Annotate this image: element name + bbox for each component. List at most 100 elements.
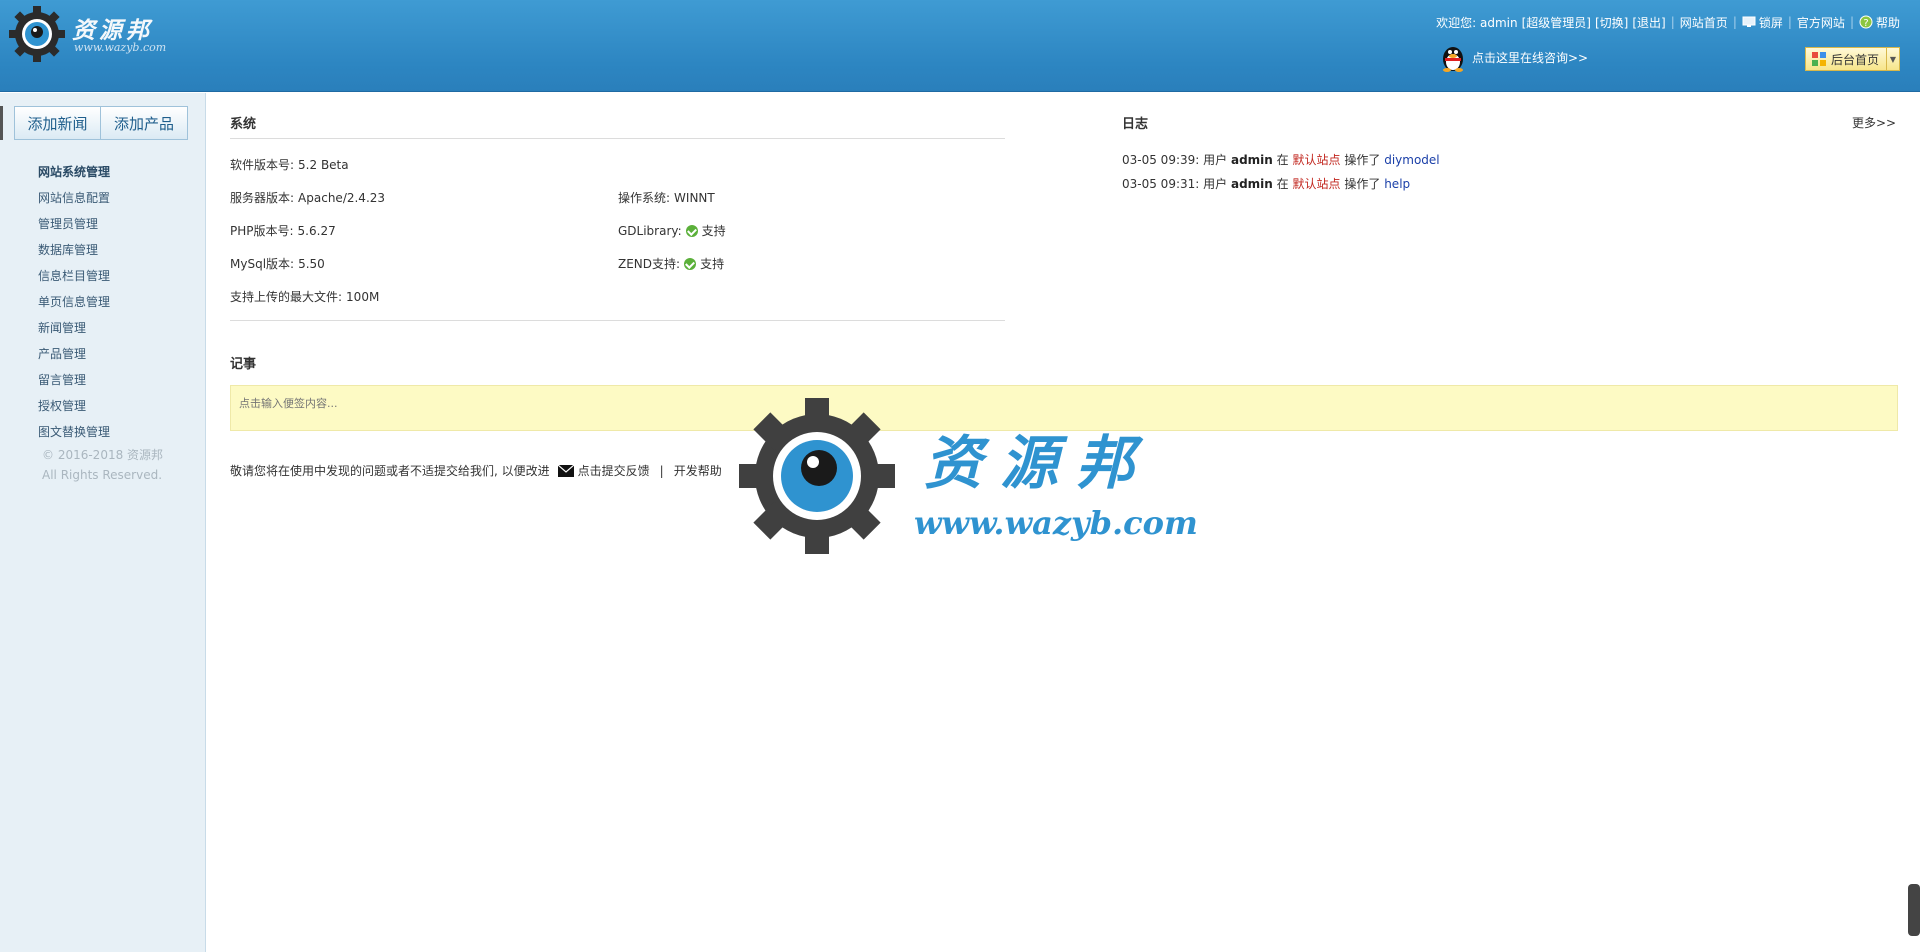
log-at: 在 (1276, 177, 1289, 191)
server-label: 服务器版本: (230, 191, 295, 205)
mysql-label: MySql版本: (230, 257, 295, 271)
quick-add-tabs: 添加新闻 添加产品 (14, 106, 188, 140)
os-label: 操作系统: (618, 191, 671, 205)
watermark-url: www.wazyb.com (914, 504, 1198, 542)
upload-value: 100M (346, 290, 380, 304)
scroll-handle[interactable] (1908, 884, 1920, 936)
notes-title: 记事 (230, 357, 257, 372)
sidebar-item-news[interactable]: 新闻管理 (38, 315, 110, 341)
log-user-prefix: 用户 (1203, 177, 1228, 191)
logout-link[interactable]: [退出] (1632, 14, 1665, 31)
php-value: 5.6.27 (297, 224, 336, 238)
log-title: 日志 (1122, 117, 1149, 132)
log-entry: 03-05 09:31: 用户 admin 在 默认站点 操作了 help (1122, 175, 1410, 192)
log-user-prefix: 用户 (1203, 153, 1228, 167)
separator: | (659, 463, 664, 478)
welcome-text: 欢迎您: admin (1436, 15, 1518, 30)
svg-text:?: ? (1863, 18, 1868, 29)
admin-home-dropdown[interactable]: 后台首页 ▼ (1805, 47, 1900, 71)
logo-text: 资源邦 (72, 17, 153, 44)
consult-text: 点击这里在线咨询>> (1472, 50, 1589, 65)
sidebar-item-replace[interactable]: 图文替换管理 (38, 419, 110, 445)
feedback-text: 敬请您将在使用中发现的问题或者不适提交给我们, 以便改进 (230, 464, 550, 478)
copyright: © 2016-2018 资源邦 All Rights Reserved. (42, 445, 163, 485)
mysql-version: MySql版本: 5.50 (230, 255, 325, 272)
feedback-bar: 敬请您将在使用中发现的问题或者不适提交给我们, 以便改进 点击提交反馈 | 开发… (230, 462, 722, 479)
chevron-down-icon[interactable]: ▼ (1886, 48, 1899, 70)
lock-screen-link[interactable]: 锁屏 (1759, 14, 1783, 31)
log-site: 默认站点 (1292, 177, 1341, 191)
help-icon: ? (1859, 15, 1873, 29)
sidebar-item-site-info[interactable]: 网站信息配置 (38, 185, 110, 211)
zend-label: ZEND支持: (618, 257, 681, 271)
separator: | (1732, 15, 1737, 29)
sidebar-item-system[interactable]: 网站系统管理 (38, 159, 110, 185)
php-label: PHP版本号: (230, 224, 294, 238)
log-module: diymodel (1384, 153, 1440, 167)
switch-link[interactable]: [切换] (1595, 14, 1628, 31)
logo-url: www.wazyb.com (74, 41, 167, 54)
watermark: 资源邦 www.wazyb.com (736, 396, 1216, 556)
sidebar-item-products[interactable]: 产品管理 (38, 341, 110, 367)
role-link[interactable]: [超级管理员] (1522, 14, 1591, 31)
mysql-value: 5.50 (298, 257, 325, 271)
online-consult-link[interactable]: 点击这里在线咨询>> (1440, 42, 1588, 72)
php-version: PHP版本号: 5.6.27 (230, 222, 336, 239)
log-action: 操作了 (1344, 153, 1381, 167)
log-entry: 03-05 09:39: 用户 admin 在 默认站点 操作了 diymode… (1122, 151, 1440, 168)
admin-home-label: 后台首页 (1831, 52, 1880, 67)
log-user: admin (1230, 177, 1273, 191)
dev-help-link[interactable]: 开发帮助 (674, 462, 722, 479)
check-icon (684, 258, 697, 270)
upload-limit: 支持上传的最大文件: 100M (230, 288, 379, 305)
divider (230, 138, 1005, 139)
logo[interactable]: 资源邦 www.wazyb.com (8, 5, 208, 67)
add-product-button[interactable]: 添加产品 (101, 106, 188, 140)
gd-value: 支持 (701, 224, 726, 238)
check-icon (685, 225, 698, 237)
copyright-line: All Rights Reserved. (42, 468, 163, 482)
software-label: 软件版本号: (230, 158, 295, 172)
separator: | (1787, 15, 1792, 29)
sidebar-edge-marker (0, 106, 3, 140)
log-module: help (1384, 177, 1411, 191)
watermark-text: 资源邦 (924, 429, 1153, 497)
help-link[interactable]: 帮助 (1876, 14, 1900, 31)
sidebar-item-messages[interactable]: 留言管理 (38, 367, 110, 393)
top-user-bar: 欢迎您: admin [超级管理员] [切换] [退出] | 网站首页 | 锁屏… (1436, 12, 1900, 32)
os-value: WINNT (674, 191, 715, 205)
software-version: 软件版本号: 5.2 Beta (230, 156, 349, 173)
sidebar-item-admins[interactable]: 管理员管理 (38, 211, 110, 237)
submit-feedback-link[interactable]: 点击提交反馈 (578, 462, 650, 479)
envelope-icon (557, 464, 574, 477)
log-action: 操作了 (1344, 177, 1381, 191)
separator: | (1849, 15, 1854, 29)
grid-icon (1812, 52, 1826, 66)
sidebar-item-license[interactable]: 授权管理 (38, 393, 110, 419)
log-time: 03-05 09:31: (1122, 177, 1200, 191)
sidebar-item-pages[interactable]: 单页信息管理 (38, 289, 110, 315)
official-site-link[interactable]: 官方网站 (1797, 14, 1845, 31)
gear-logo-icon (9, 6, 65, 62)
zend-support: ZEND支持: 支持 (618, 255, 724, 272)
monitor-icon (1742, 16, 1756, 27)
log-at: 在 (1276, 153, 1289, 167)
copyright-line: © 2016-2018 资源邦 (42, 448, 164, 462)
sidebar-item-columns[interactable]: 信息栏目管理 (38, 263, 110, 289)
gd-library: GDLibrary: 支持 (618, 222, 726, 239)
add-news-button[interactable]: 添加新闻 (14, 106, 101, 140)
log-user: admin (1230, 153, 1273, 167)
sidebar: 添加新闻 添加产品 网站系统管理 网站信息配置 管理员管理 数据库管理 信息栏目… (0, 93, 206, 952)
log-time: 03-05 09:39: (1122, 153, 1200, 167)
sidebar-item-database[interactable]: 数据库管理 (38, 237, 110, 263)
site-home-link[interactable]: 网站首页 (1680, 14, 1728, 31)
software-value: 5.2 Beta (298, 158, 349, 172)
header: 资源邦 www.wazyb.com 欢迎您: admin [超级管理员] [切换… (0, 0, 1920, 92)
watermark-gear-icon (739, 398, 895, 554)
gd-label: GDLibrary: (618, 224, 682, 238)
qq-penguin-icon (1443, 47, 1463, 72)
server-value: Apache/2.4.23 (298, 191, 386, 205)
log-site: 默认站点 (1292, 153, 1341, 167)
os-info: 操作系统: WINNT (618, 189, 715, 206)
log-more-link[interactable]: 更多>> (1852, 114, 1896, 131)
